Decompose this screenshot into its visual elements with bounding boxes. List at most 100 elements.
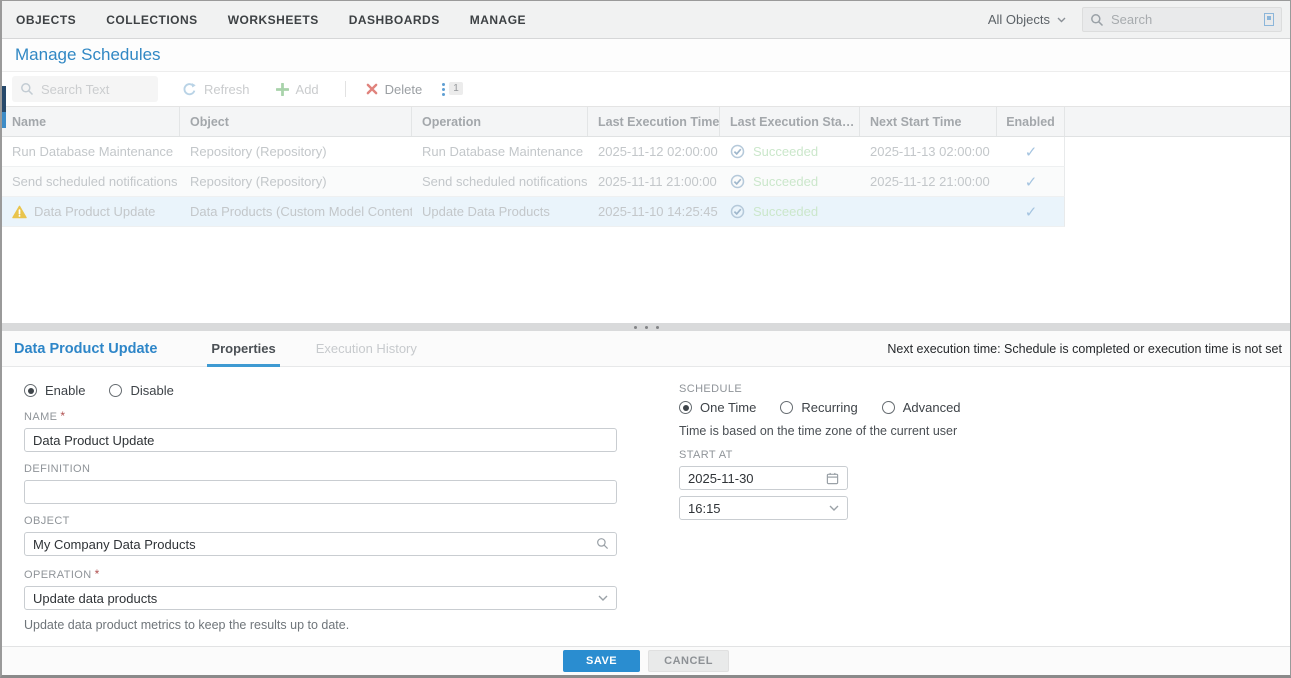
cell-last-execution-status: Succeeded (720, 197, 860, 226)
table-row[interactable]: Run Database Maintenance Repository (Rep… (2, 137, 1065, 167)
left-edge-accent-dark (2, 86, 6, 112)
detail-header: Data Product Update Properties Execution… (2, 331, 1290, 367)
object-field[interactable] (24, 532, 617, 556)
radio-icon (109, 384, 122, 397)
tab-execution-history[interactable]: Execution History (302, 331, 431, 367)
cell-name: Send scheduled notifications (2, 167, 180, 196)
nav-item-worksheets[interactable]: WORKSHEETS (228, 13, 319, 27)
table-row[interactable]: Send scheduled notifications Repository … (2, 167, 1065, 197)
cell-operation: Run Database Maintenance (412, 137, 588, 166)
operation-select-value: Update data products (33, 591, 157, 606)
cancel-button[interactable]: CANCEL (648, 650, 729, 672)
start-date-field[interactable]: 2025-11-30 (679, 466, 848, 490)
chevron-down-icon (598, 595, 608, 602)
cell-last-execution-status: Succeeded (720, 137, 860, 166)
table-row[interactable]: Data Product Update Data Products (Custo… (2, 197, 1065, 227)
radio-one-time-label: One Time (700, 400, 756, 415)
radio-advanced-label: Advanced (903, 400, 961, 415)
schedules-table-header: Name Object Operation Last Execution Tim… (2, 107, 1290, 137)
cell-enabled: ✓ (997, 167, 1065, 196)
tab-properties[interactable]: Properties (197, 331, 289, 367)
column-header-enabled[interactable]: Enabled (997, 107, 1065, 136)
kebab-icon (442, 82, 445, 96)
search-options-icon[interactable] (1264, 13, 1274, 26)
add-button[interactable]: Add (276, 82, 319, 97)
radio-enable[interactable]: Enable (24, 383, 85, 398)
cell-next-start-time: 2025-11-12 21:00:00 (860, 167, 997, 196)
start-at-label: START AT (679, 449, 1239, 461)
table-empty-area (2, 227, 1290, 323)
radio-disable-label: Disable (130, 383, 173, 398)
cell-operation: Update Data Products (412, 197, 588, 226)
definition-field[interactable] (24, 480, 617, 504)
global-search-box[interactable] (1082, 7, 1282, 32)
start-date-value: 2025-11-30 (688, 471, 754, 486)
scope-selector[interactable]: All Objects (988, 12, 1066, 27)
global-search-input[interactable] (1111, 12, 1257, 27)
enabled-check-icon: ✓ (1025, 203, 1038, 221)
name-field[interactable] (24, 428, 617, 452)
delete-x-icon (366, 83, 378, 95)
required-marker: * (95, 567, 100, 581)
operation-help-text: Update data product metrics to keep the … (24, 618, 617, 632)
warning-icon (12, 205, 27, 219)
radio-icon (679, 401, 692, 414)
schedule-radio-group: One Time Recurring Advanced (679, 400, 1239, 415)
schedule-detail-panel: Data Product Update Properties Execution… (2, 331, 1290, 675)
column-header-name[interactable]: Name (2, 107, 180, 136)
cell-last-execution-status: Succeeded (720, 167, 860, 196)
schedules-toolbar: Refresh Add Delete 1 (2, 72, 1290, 107)
radio-icon (24, 384, 37, 397)
radio-disable[interactable]: Disable (109, 383, 173, 398)
operation-select[interactable]: Update data products (24, 586, 617, 610)
status-succeeded-icon (730, 144, 745, 159)
cell-last-execution-time: 2025-11-11 21:00:00 (588, 167, 720, 196)
cell-next-start-time (860, 197, 997, 226)
radio-recurring[interactable]: Recurring (780, 400, 857, 415)
radio-icon (882, 401, 895, 414)
start-time-select[interactable]: 16:15 (679, 496, 848, 520)
refresh-label: Refresh (204, 82, 250, 97)
app-window: OBJECTS COLLECTIONS WORKSHEETS DASHBOARD… (0, 0, 1291, 678)
cell-name: Data Product Update (2, 197, 180, 226)
cell-object: Repository (Repository) (180, 137, 412, 166)
more-actions-badge: 1 (449, 82, 463, 95)
nav-item-objects[interactable]: OBJECTS (16, 13, 76, 27)
cell-name: Run Database Maintenance (2, 137, 180, 166)
column-header-last-execution-time[interactable]: Last Execution Time (588, 107, 720, 136)
nav-item-collections[interactable]: COLLECTIONS (106, 13, 198, 27)
cell-last-execution-time: 2025-11-10 14:25:45 (588, 197, 720, 226)
name-label: NAME* (24, 409, 617, 423)
filter-search-input[interactable] (41, 82, 150, 97)
scope-selector-label: All Objects (988, 12, 1050, 27)
delete-label: Delete (385, 82, 423, 97)
column-header-operation[interactable]: Operation (412, 107, 588, 136)
nav-item-dashboards[interactable]: DASHBOARDS (349, 13, 440, 27)
operation-label: OPERATION* (24, 567, 617, 581)
save-button[interactable]: SAVE (563, 650, 640, 672)
column-header-object[interactable]: Object (180, 107, 412, 136)
status-succeeded-icon (730, 174, 745, 189)
enabled-check-icon: ✓ (1025, 173, 1038, 191)
refresh-button[interactable]: Refresh (182, 82, 250, 97)
column-header-next-start-time[interactable]: Next Start Time (860, 107, 997, 136)
panel-splitter-handle[interactable] (2, 323, 1290, 331)
delete-button[interactable]: Delete (366, 82, 423, 97)
filter-search-box[interactable] (12, 76, 158, 102)
refresh-icon (182, 82, 197, 97)
left-edge-accent-blue (2, 112, 6, 128)
radio-one-time[interactable]: One Time (679, 400, 756, 415)
radio-icon (780, 401, 793, 414)
chevron-down-icon (1057, 17, 1066, 23)
radio-advanced[interactable]: Advanced (882, 400, 961, 415)
detail-title: Data Product Update (2, 341, 197, 357)
cell-object: Repository (Repository) (180, 167, 412, 196)
nav-item-manage[interactable]: MANAGE (470, 13, 526, 27)
more-actions-button[interactable]: 1 (442, 82, 463, 96)
top-navigation: OBJECTS COLLECTIONS WORKSHEETS DASHBOARD… (2, 1, 1290, 39)
object-search-icon[interactable] (596, 537, 609, 550)
cell-next-start-time: 2025-11-13 02:00:00 (860, 137, 997, 166)
plus-icon (276, 83, 289, 96)
add-label: Add (296, 82, 319, 97)
column-header-last-execution-status[interactable]: Last Execution Sta… (720, 107, 860, 136)
